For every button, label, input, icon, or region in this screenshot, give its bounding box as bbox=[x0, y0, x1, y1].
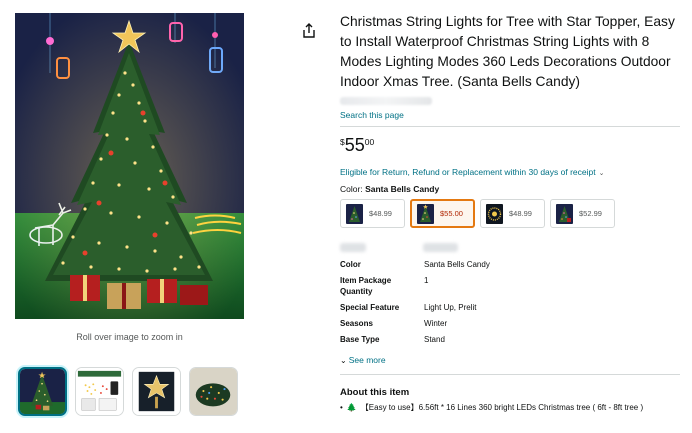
swatch-price: $52.99 bbox=[579, 209, 602, 218]
swatch-option-4[interactable]: $52.99 bbox=[550, 199, 615, 228]
chevron-down-icon: ⌄ bbox=[598, 170, 605, 177]
divider bbox=[340, 374, 680, 375]
spec-row: Seasons Winter bbox=[340, 318, 682, 329]
spec-key: Base Type bbox=[340, 335, 380, 344]
see-more-link[interactable]: ⌄ See more bbox=[340, 355, 386, 365]
spec-value: Santa Bells Candy bbox=[424, 260, 490, 269]
returns-text: Eligible for Return, Refund or Replaceme… bbox=[340, 167, 596, 177]
price-symbol: $ bbox=[340, 137, 345, 147]
color-label-key: Color: bbox=[340, 184, 363, 194]
swatch-thumbnail bbox=[417, 203, 434, 224]
spec-key: Special Feature bbox=[340, 303, 400, 312]
main-product-image[interactable] bbox=[15, 13, 244, 319]
chevron-down-icon: ⌄ bbox=[340, 356, 347, 365]
blurred-brand bbox=[340, 97, 432, 105]
thumbnail-light-string-package[interactable] bbox=[75, 367, 124, 416]
bullet-item: • 🌲 【Easy to use】6.56ft * 16 Lines 360 b… bbox=[340, 402, 682, 413]
swatch-option-1[interactable]: $48.99 bbox=[340, 199, 405, 228]
blurred-text bbox=[423, 243, 458, 252]
price-whole: 55 bbox=[344, 135, 365, 155]
spec-key: Color bbox=[340, 260, 361, 269]
divider bbox=[340, 126, 680, 127]
christmas-tree-photo bbox=[15, 13, 244, 319]
swatch-option-3[interactable]: $48.99 bbox=[480, 199, 545, 228]
color-label: Color: Santa Bells Candy bbox=[340, 184, 682, 194]
swatch-price: $55.00 bbox=[440, 209, 463, 218]
swatch-thumbnail bbox=[486, 203, 503, 224]
spec-value: 1 bbox=[424, 276, 429, 285]
zoom-hint: Roll over image to zoom in bbox=[76, 332, 183, 342]
thumbnail-star-topper[interactable] bbox=[132, 367, 181, 416]
spec-row: Color Santa Bells Candy bbox=[340, 259, 682, 270]
product-specs: Color Santa Bells Candy Item Package Qua… bbox=[340, 259, 682, 345]
about-title: About this item bbox=[340, 387, 410, 398]
color-label-value: Santa Bells Candy bbox=[365, 184, 440, 194]
spec-row: Base Type Stand bbox=[340, 334, 682, 345]
price: $ 55 00 bbox=[340, 135, 682, 157]
returns-link[interactable]: Eligible for Return, Refund or Replaceme… bbox=[340, 167, 682, 177]
swatch-thumbnail bbox=[556, 203, 573, 224]
share-icon[interactable] bbox=[300, 22, 318, 40]
spec-key: Item Package Quantity bbox=[340, 276, 392, 296]
thumbnail-strip bbox=[18, 367, 238, 416]
swatch-price: $48.99 bbox=[369, 209, 392, 218]
spec-value: Light Up, Prelit bbox=[424, 303, 477, 312]
bullet-overflow bbox=[340, 414, 682, 420]
thumbnail-light-bundle[interactable] bbox=[189, 367, 238, 416]
color-swatches: $48.99 $55.00 $48.99 $52.99 bbox=[340, 199, 682, 228]
bullet-text: 【Easy to use】6.56ft * 16 Lines 360 brigh… bbox=[360, 403, 644, 412]
see-more-label: See more bbox=[348, 355, 386, 365]
search-page-link[interactable]: Search this page bbox=[340, 110, 404, 120]
blurred-text bbox=[340, 243, 366, 252]
price-fraction: 00 bbox=[364, 137, 375, 147]
spec-row: Special Feature Light Up, Prelit bbox=[340, 302, 682, 313]
thumbnail-tree-photo[interactable] bbox=[18, 367, 67, 416]
spec-value: Stand bbox=[424, 335, 445, 344]
product-title: Christmas String Lights for Tree with St… bbox=[340, 14, 675, 89]
swatch-thumbnail bbox=[346, 203, 363, 224]
spec-key: Seasons bbox=[340, 319, 373, 328]
spec-value: Winter bbox=[424, 319, 448, 328]
product-details: Christmas String Lights for Tree with St… bbox=[340, 12, 682, 420]
blurred-row bbox=[340, 242, 682, 254]
swatch-option-2-selected[interactable]: $55.00 bbox=[410, 199, 475, 228]
tree-icon: 🌲 bbox=[346, 403, 357, 412]
swatch-price: $48.99 bbox=[509, 209, 532, 218]
spec-row: Item Package Quantity 1 bbox=[340, 275, 682, 297]
bullet-dot: • bbox=[340, 403, 343, 412]
